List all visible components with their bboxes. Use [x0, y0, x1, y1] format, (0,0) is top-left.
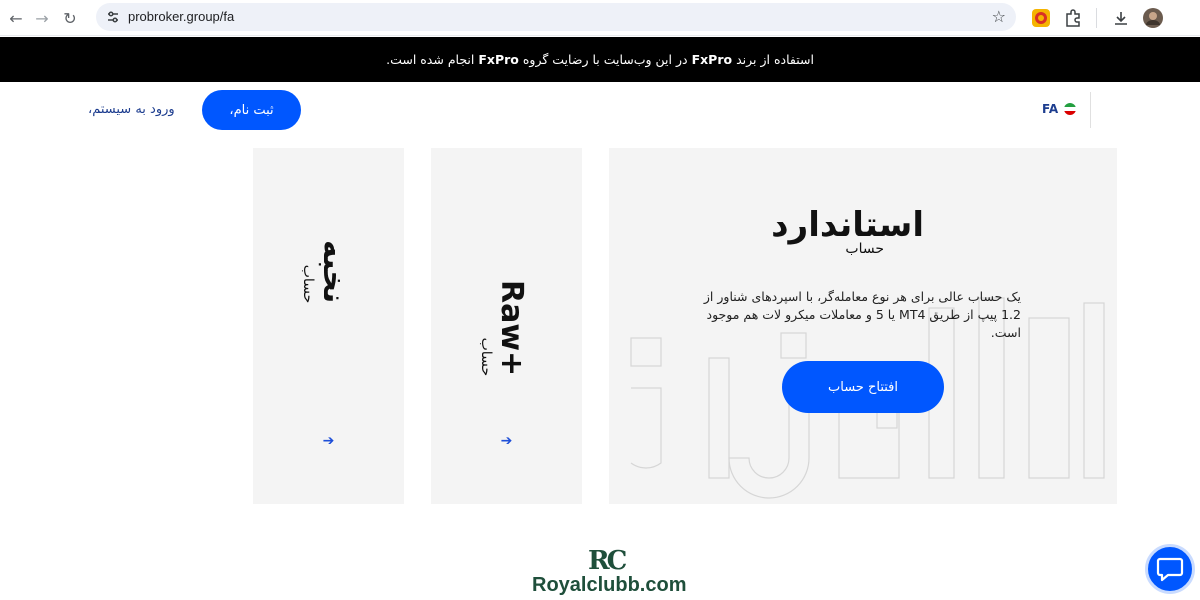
royalclubb-logo-text: Royalclubb.com [532, 574, 687, 596]
reload-icon[interactable]: ↻ [58, 6, 82, 30]
url-text: probroker.group/fa [128, 9, 235, 24]
banner-text-3: انجام شده است. [386, 52, 475, 67]
site-info-icon[interactable] [104, 8, 122, 26]
open-account-button[interactable]: افتتاح حساب [782, 361, 944, 413]
language-selector[interactable]: FA [1042, 102, 1077, 116]
address-bar[interactable]: probroker.group/fa ☆ [96, 3, 1016, 31]
browser-toolbar: ← → ↻ probroker.group/fa ☆ [0, 0, 1200, 36]
back-icon[interactable]: ← [4, 6, 28, 30]
brand-notice-banner: استفاده از برند FxPro در این وب‌سایت با … [0, 37, 1200, 82]
download-icon[interactable] [1110, 7, 1132, 29]
standard-card-subtitle: حساب [845, 241, 884, 257]
standard-card-title: استاندارد [771, 205, 924, 245]
account-card-standard: استاندارد حساب یک حساب عالی برای هر نوع … [609, 148, 1117, 504]
language-code: FA [1042, 102, 1059, 116]
arrow-right-icon[interactable]: ➔ [501, 433, 513, 449]
login-link[interactable]: ورود به سیستم، [88, 102, 175, 117]
signup-button[interactable]: ثبت نام، [202, 90, 301, 130]
card-title: نخبه [315, 240, 351, 304]
extension-icon[interactable] [1030, 7, 1052, 29]
toolbar-divider [1096, 8, 1097, 28]
banner-brand-1: FxPro [691, 52, 733, 67]
card-title: Raw+ [493, 280, 529, 377]
forward-icon[interactable]: → [30, 6, 54, 30]
puzzle-icon[interactable] [1062, 7, 1084, 29]
account-card-elite[interactable]: نخبه حساب ➔ [253, 148, 404, 504]
standard-card-description: یک حساب عالی برای هر نوع معامله‌گر، با ا… [703, 289, 1021, 340]
card-title-rotated: نخبه حساب [300, 240, 351, 303]
account-card-raw[interactable]: Raw+ حساب ➔ [431, 148, 582, 504]
royalclubb-logo-mark: RC [588, 546, 627, 576]
banner-text-2: در این وب‌سایت با رضایت گروه [522, 52, 688, 67]
chat-icon [1156, 557, 1184, 582]
card-title-rotated: Raw+ حساب [478, 280, 529, 376]
banner-brand-2: FxPro [478, 52, 519, 67]
arrow-right-icon[interactable]: ➔ [323, 433, 335, 449]
bookmark-star-icon[interactable]: ☆ [992, 7, 1006, 26]
iran-flag-icon [1064, 103, 1077, 115]
profile-avatar[interactable] [1142, 7, 1164, 29]
chat-button[interactable] [1145, 544, 1195, 594]
header-divider [1090, 92, 1091, 128]
banner-text-1: استفاده از برند [736, 52, 814, 67]
card-subtitle: حساب [477, 337, 494, 377]
card-subtitle: حساب [299, 264, 316, 304]
